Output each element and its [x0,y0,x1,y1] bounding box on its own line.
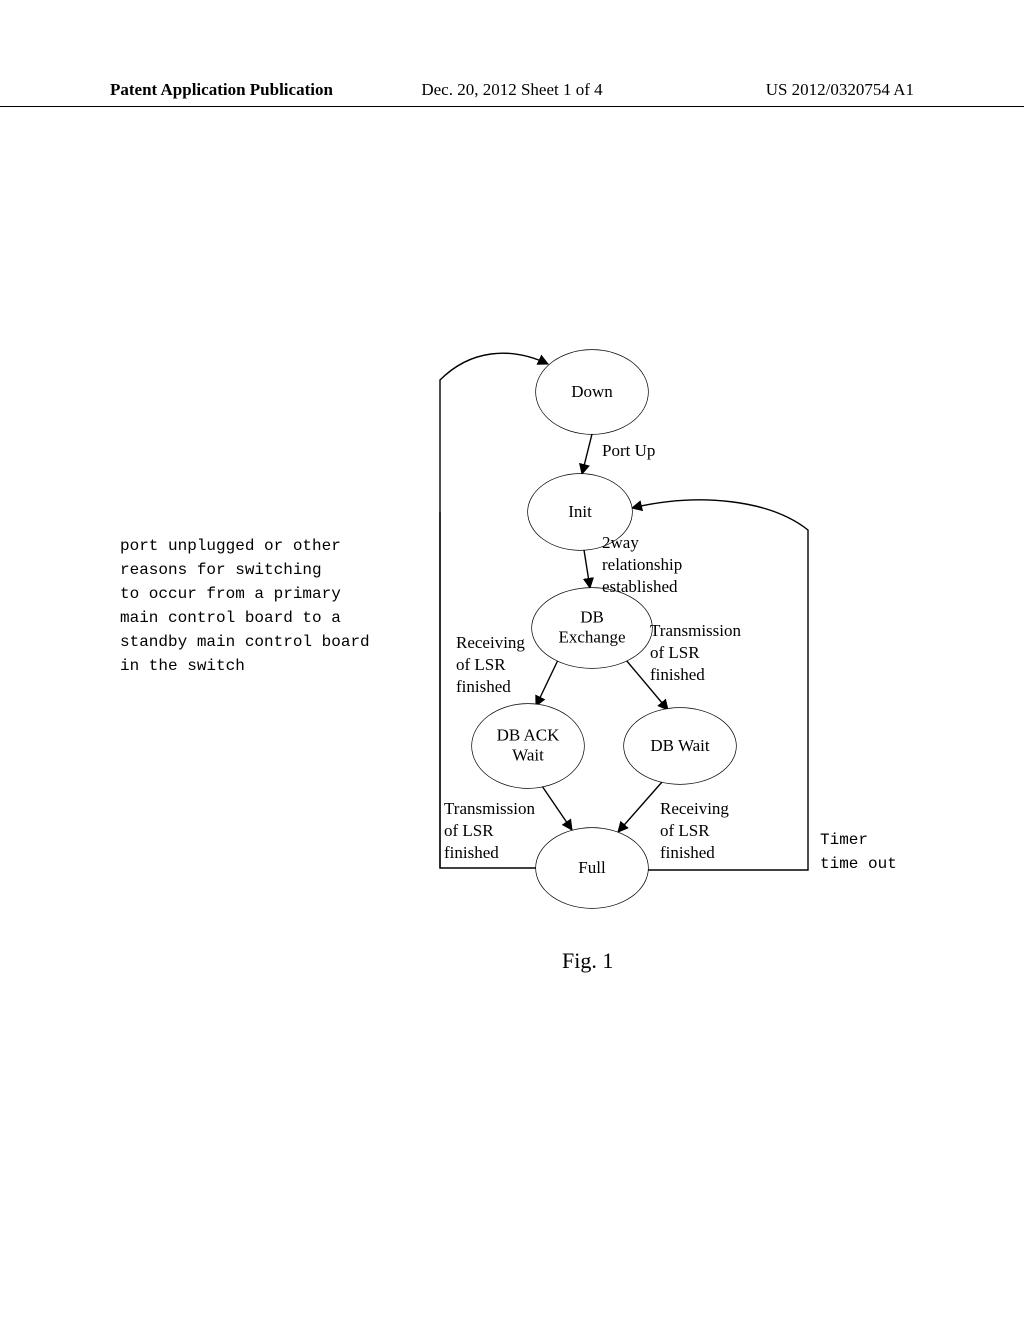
state-db-ack-wait-label: DB ACKWait [497,726,560,767]
state-down-label: Down [571,382,613,402]
state-db-wait-label: DB Wait [650,736,709,756]
header-publication: Patent Application Publication [110,80,333,100]
figure-caption: Fig. 1 [562,948,613,974]
transition-timer-timeout: Timertime out [820,828,897,876]
state-full-label: Full [578,858,605,878]
state-down: Down [536,350,648,434]
state-init-label: Init [568,502,592,522]
state-full: Full [536,828,648,908]
state-db-ack-wait: DB ACKWait [472,704,584,788]
header-sheet: Dec. 20, 2012 Sheet 1 of 4 [421,80,602,100]
transition-port-up: Port Up [602,440,655,462]
transition-tx-lsr-right: Transmissionof LSRfinished [650,620,741,686]
state-db-exchange-label: DBExchange [558,608,625,649]
header-pubnum: US 2012/0320754 A1 [766,80,914,100]
transition-2way: 2wayrelationshipestablished [602,532,682,598]
transition-tx-lsr-left: Transmissionof LSRfinished [444,798,535,864]
page-header: Patent Application Publication Dec. 20, … [0,80,1024,107]
page: Patent Application Publication Dec. 20, … [0,0,1024,1320]
transition-rx-lsr-left: Receivingof LSRfinished [456,632,525,698]
state-db-wait: DB Wait [624,708,736,784]
transition-unplugged: port unplugged or otherreasons for switc… [120,534,370,678]
state-db-exchange: DBExchange [532,588,652,668]
transition-rx-lsr-right: Receivingof LSRfinished [660,798,729,864]
